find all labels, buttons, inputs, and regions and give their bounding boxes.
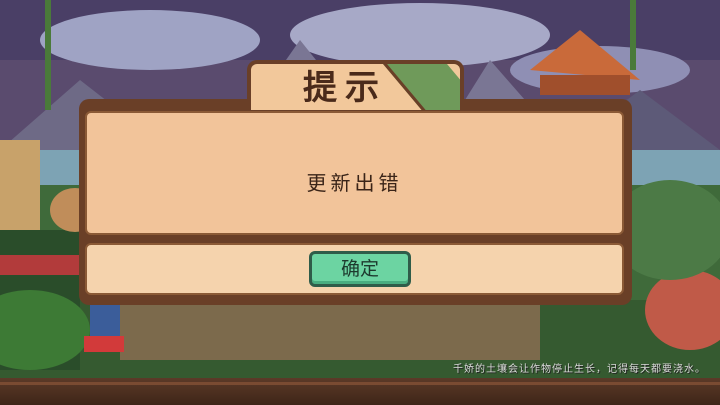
- message-area: 更新出错: [85, 111, 624, 235]
- button-area: 确定: [85, 243, 624, 295]
- dialog-title-tab: 提示: [247, 60, 464, 110]
- loading-tip: 千娇的土壤会让作物停止生长，记得每天都要浇水。: [453, 364, 706, 375]
- dialog-message: 更新出错: [306, 171, 403, 195]
- bottom-bar: [0, 378, 720, 405]
- dialog-panel: 更新出错 确定: [79, 99, 632, 305]
- dialog-title: 提示: [303, 68, 387, 108]
- title-corner-decoration: [381, 64, 460, 110]
- confirm-button[interactable]: 确定: [309, 251, 411, 287]
